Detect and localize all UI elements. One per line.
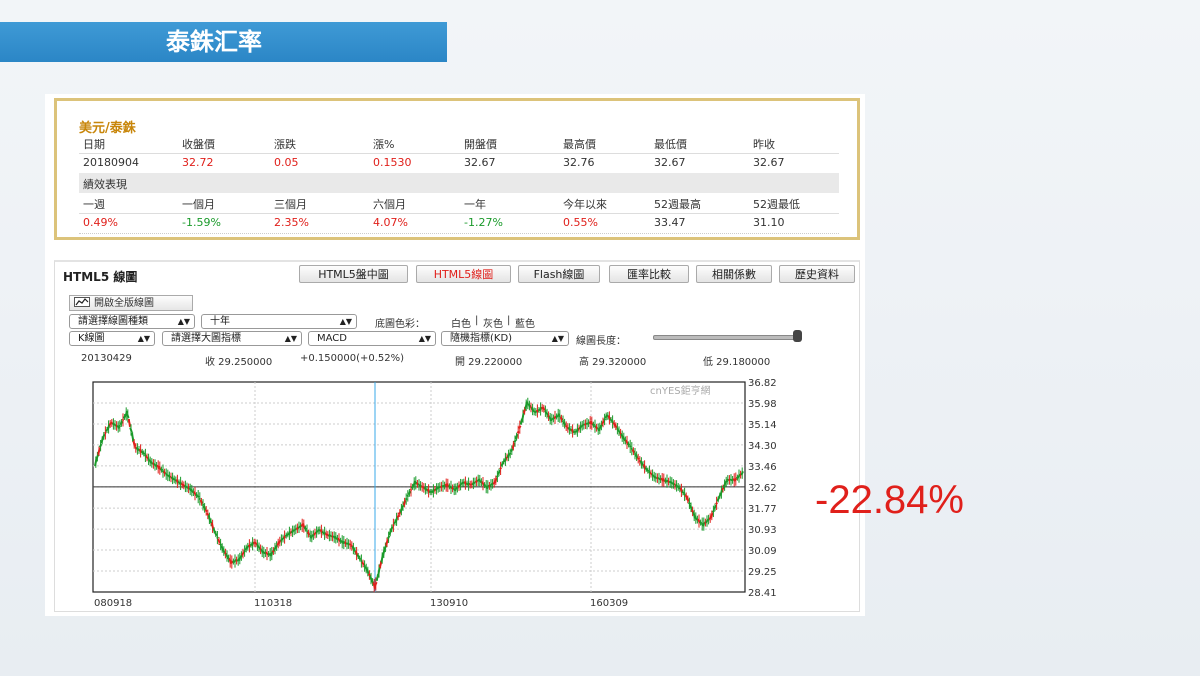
header-cell: 漲跌 [274, 138, 296, 151]
y-tick-label: 28.41 [748, 588, 777, 599]
header-cell: 開盤價 [464, 138, 497, 151]
y-tick-label: 35.14 [748, 420, 777, 431]
y-tick-label: 33.46 [748, 462, 777, 473]
close-cell: 32.72 [182, 156, 214, 169]
perf-value-cell: -1.27% [464, 216, 503, 229]
header-cell: 最高價 [563, 138, 596, 151]
chart-panel: HTML5 線圖 HTML5盤中圖 HTML5線圖 Flash線圖 匯率比較 相… [54, 260, 860, 612]
date-cell: 20180904 [83, 156, 139, 169]
y-tick-label: 30.93 [748, 525, 777, 536]
perf-header-cell: 52週最低 [753, 198, 800, 211]
x-tick-label: 160309 [590, 598, 628, 609]
x-tick-label: 110318 [254, 598, 292, 609]
x-tick-label: 130910 [430, 598, 468, 609]
low-cell: 32.67 [654, 156, 686, 169]
y-tick-label: 32.62 [748, 483, 777, 494]
header-cell: 漲% [373, 138, 395, 151]
performance-header-row: 一週 一個月 三個月 六個月 一年 今年以來 52週最高 52週最低 [79, 193, 839, 214]
perf-header-cell: 六個月 [373, 198, 406, 211]
perf-value-cell: 4.07% [373, 216, 408, 229]
chart-watermark: cnYES鉅亨網 [650, 384, 711, 397]
perf-header-cell: 今年以來 [563, 198, 607, 211]
perf-header-cell: 三個月 [274, 198, 307, 211]
slide-title: 泰銖汇率 [0, 22, 447, 62]
high-cell: 32.76 [563, 156, 595, 169]
header-cell: 昨收 [753, 138, 775, 151]
prev-close-cell: 32.67 [753, 156, 785, 169]
perf-header-cell: 52週最高 [654, 198, 701, 211]
change-pct-cell: 0.1530 [373, 156, 412, 169]
perf-header-cell: 一週 [83, 198, 105, 211]
price-chart[interactable]: 36.82 35.98 35.14 34.30 33.46 32.62 31.77 30.93… [55, 262, 861, 614]
y-tick-label: 30.09 [748, 546, 777, 557]
y-tick-label: 35.98 [748, 399, 777, 410]
perf-value-cell: 0.49% [83, 216, 118, 229]
quote-panel: 美元/泰銖 日期 收盤價 漲跌 漲% 開盤價 最高價 最低價 昨收 201809… [54, 98, 860, 240]
header-cell: 最低價 [654, 138, 687, 151]
x-tick-label: 080918 [94, 598, 132, 609]
perf-header-cell: 一年 [464, 198, 486, 211]
perf-value-cell: 0.55% [563, 216, 598, 229]
y-tick-label: 36.82 [748, 378, 777, 389]
quote-value-row: 20180904 32.72 0.05 0.1530 32.67 32.76 3… [79, 153, 839, 174]
perf-value-cell: 31.10 [753, 216, 785, 229]
perf-value-cell: 33.47 [654, 216, 686, 229]
performance-section-label: 績效表現 [83, 178, 127, 191]
performance-value-row: 0.49% -1.59% 2.35% 4.07% -1.27% 0.55% 33… [79, 213, 839, 234]
change-cell: 0.05 [274, 156, 299, 169]
y-tick-label: 31.77 [748, 504, 777, 515]
header-cell: 收盤價 [182, 138, 215, 151]
perf-value-cell: -1.59% [182, 216, 221, 229]
perf-header-cell: 一個月 [182, 198, 215, 211]
open-cell: 32.67 [464, 156, 496, 169]
ten-year-change-percent: -22.84% [815, 478, 964, 522]
y-tick-label: 34.30 [748, 441, 777, 452]
cnyes-screenshot: 美元/泰銖 日期 收盤價 漲跌 漲% 開盤價 最高價 最低價 昨收 201809… [45, 94, 865, 616]
y-tick-label: 29.25 [748, 567, 777, 578]
header-cell: 日期 [83, 138, 105, 151]
performance-section-row: 績效表現 [79, 173, 839, 193]
quote-header-row: 日期 收盤價 漲跌 漲% 開盤價 最高價 最低價 昨收 [79, 133, 839, 154]
perf-value-cell: 2.35% [274, 216, 309, 229]
